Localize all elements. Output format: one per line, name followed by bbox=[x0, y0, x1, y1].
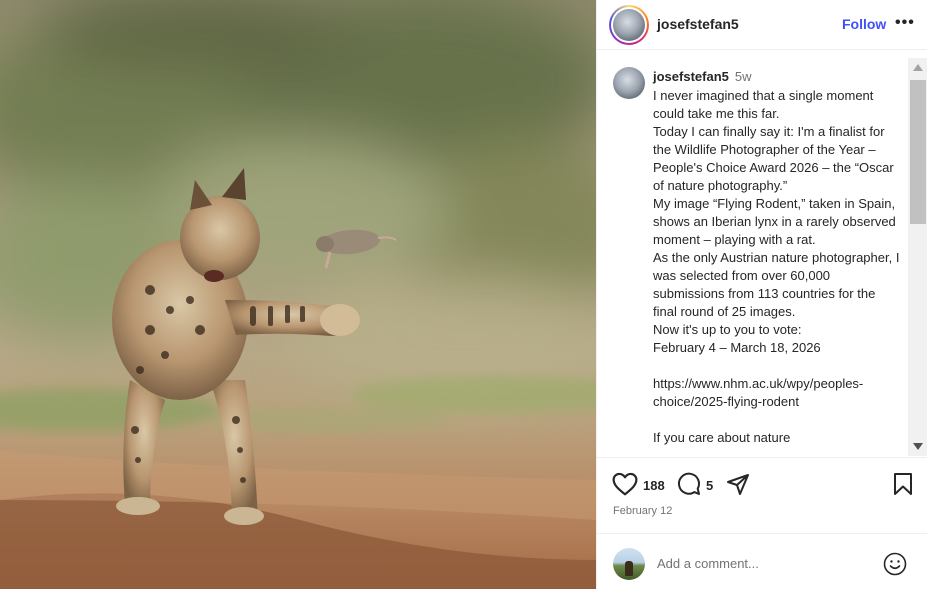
scroll-down-arrow-icon[interactable] bbox=[913, 443, 923, 450]
current-user-avatar bbox=[613, 548, 645, 580]
caption-text: I never imagined that a single moment co… bbox=[653, 87, 901, 447]
scrollbar-thumb[interactable] bbox=[910, 80, 926, 224]
post-header: josefstefan5 Follow ••• bbox=[597, 0, 927, 50]
caption-line: If you care about nature bbox=[653, 430, 791, 445]
author-username[interactable]: josefstefan5 bbox=[657, 16, 739, 32]
caption-line: Today I can finally say it: I'm a finali… bbox=[653, 124, 894, 193]
add-comment-bar: Add a comment... bbox=[597, 533, 927, 589]
emoji-smile-icon[interactable] bbox=[883, 552, 907, 581]
caption-line: Now it's up to you to vote: bbox=[653, 322, 802, 337]
comment-count[interactable]: 5 bbox=[706, 478, 713, 493]
more-options-icon[interactable]: ••• bbox=[895, 14, 915, 32]
caption-username[interactable]: josefstefan5 bbox=[653, 69, 729, 84]
post-photo bbox=[0, 0, 596, 589]
comment-input[interactable]: Add a comment... bbox=[657, 556, 759, 571]
follow-button[interactable]: Follow bbox=[842, 16, 886, 32]
post-side-panel: josefstefan5 Follow ••• josefstefan5 5w I… bbox=[596, 0, 927, 589]
caption-line: I never imagined that a single moment co… bbox=[653, 88, 874, 121]
post-date: February 12 bbox=[613, 505, 673, 517]
caption-time: 5w bbox=[734, 69, 752, 84]
caption-line: February 4 – March 18, 2026 bbox=[653, 340, 821, 355]
author-avatar[interactable] bbox=[609, 5, 649, 45]
caption-area: josefstefan5 5w I never imagined that a s… bbox=[597, 57, 907, 457]
caption-avatar[interactable] bbox=[613, 67, 645, 99]
lynx-photo-image bbox=[0, 0, 596, 589]
paper-plane-icon[interactable] bbox=[726, 472, 750, 501]
caption-line: My image “Flying Rodent,” taken in Spain… bbox=[653, 196, 896, 247]
caption-link[interactable]: https://www.nhm.ac.uk/wpy/peoples-choice… bbox=[653, 375, 901, 411]
caption-header: josefstefan5 5w bbox=[653, 69, 752, 84]
bookmark-icon[interactable] bbox=[892, 472, 914, 501]
caption-line: As the only Austrian nature photographer… bbox=[653, 250, 900, 319]
heart-icon[interactable] bbox=[612, 472, 638, 501]
caption-scrollbar[interactable] bbox=[908, 58, 927, 456]
post-actions: 188 5 February 12 bbox=[597, 457, 927, 533]
scroll-up-arrow-icon[interactable] bbox=[913, 64, 923, 71]
comment-bubble-icon[interactable] bbox=[677, 472, 701, 501]
like-count[interactable]: 188 bbox=[643, 478, 665, 493]
